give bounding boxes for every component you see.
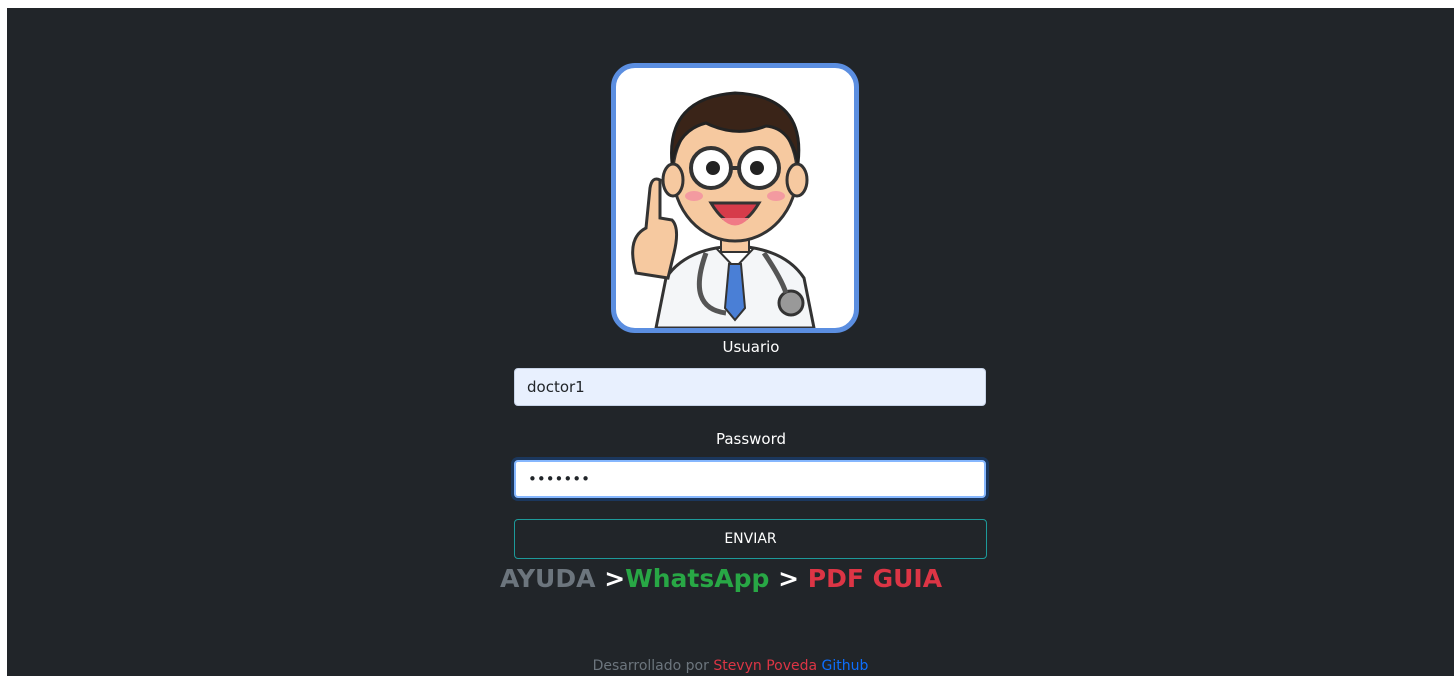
footer-prefix: Desarrollado por — [592, 658, 709, 674]
help-separator: > — [604, 564, 626, 593]
user-label: Usuario — [722, 338, 780, 356]
password-input[interactable] — [514, 460, 986, 498]
footer: Desarrollado por Stevyn Poveda Github — [7, 658, 1454, 674]
login-page: Usuario Password ENVIAR AYUDA >WhatsApp … — [7, 8, 1454, 676]
help-separator: > — [778, 564, 800, 593]
whatsapp-link[interactable]: WhatsApp — [625, 564, 769, 593]
author-link[interactable]: Stevyn Poveda — [713, 658, 817, 674]
password-label: Password — [715, 430, 787, 448]
help-label: AYUDA — [500, 564, 596, 593]
help-row: AYUDA >WhatsApp > PDF GUIA — [500, 564, 960, 593]
doctor-avatar-icon — [611, 63, 859, 333]
user-input[interactable] — [514, 368, 986, 406]
github-link[interactable]: Github — [822, 658, 869, 674]
pdf-guide-link[interactable]: PDF GUIA — [808, 564, 942, 593]
submit-button[interactable]: ENVIAR — [514, 519, 987, 559]
